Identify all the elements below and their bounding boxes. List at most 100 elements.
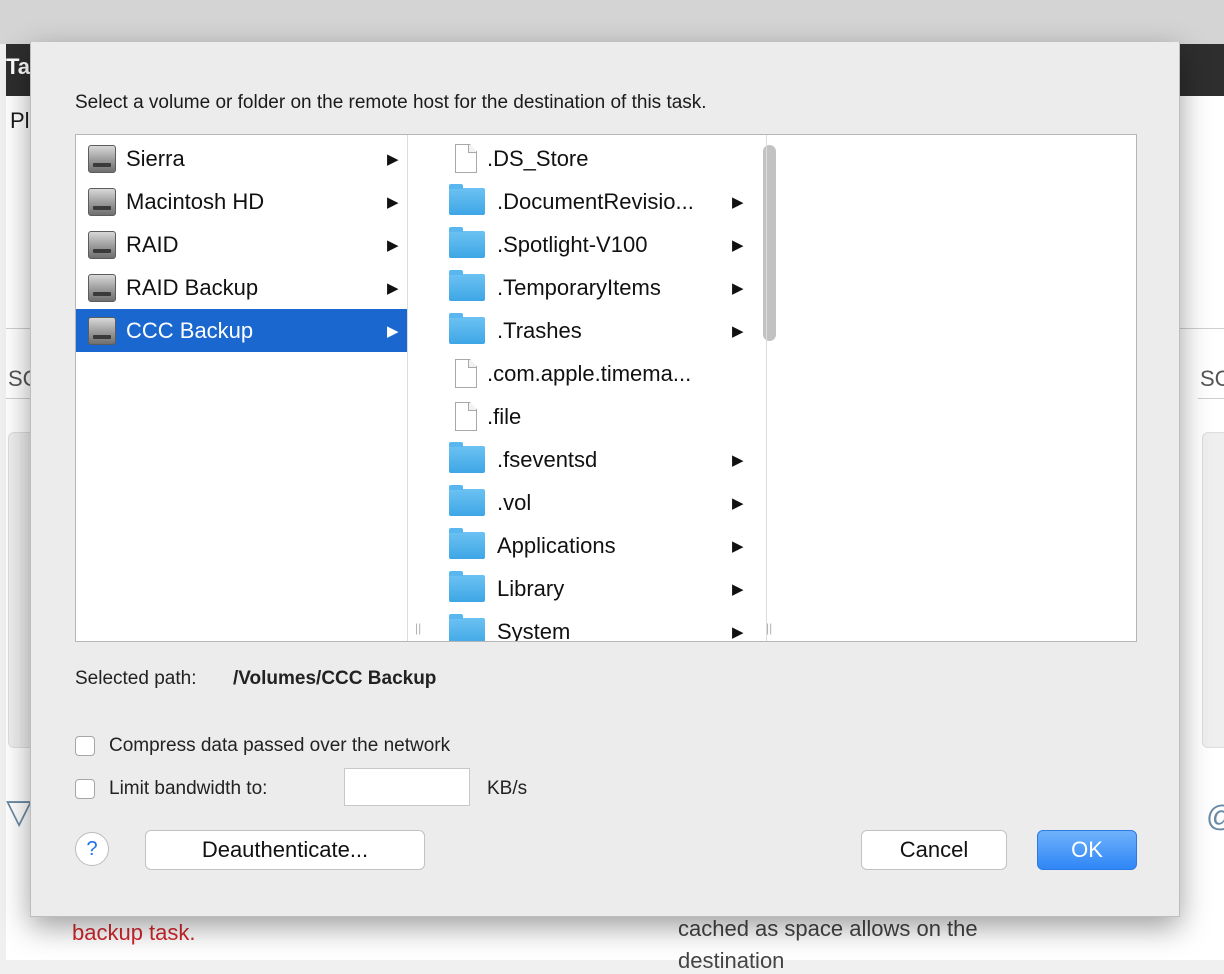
folder-icon xyxy=(449,184,485,215)
instruction-text: Select a volume or folder on the remote … xyxy=(75,92,707,113)
selected-path-value: /Volumes/CCC Backup xyxy=(233,668,437,689)
cancel-button[interactable]: Cancel xyxy=(861,830,1007,870)
background-filter-icon: ▽ xyxy=(6,793,33,831)
volume-label: RAID xyxy=(126,231,179,257)
background-tab-title: Ta xyxy=(6,54,31,79)
chevron-right-icon: ▶ xyxy=(732,236,744,254)
chevron-right-icon: ▶ xyxy=(732,580,744,598)
bandwidth-unit-label: KB/s xyxy=(487,778,528,799)
chevron-right-icon: ▶ xyxy=(387,236,399,254)
item-label: .com.apple.timema... xyxy=(487,360,692,386)
chevron-right-icon: ▶ xyxy=(732,623,744,641)
item-label: System xyxy=(497,618,571,642)
item-row[interactable]: .DS_Store xyxy=(439,137,755,180)
background-divider-left xyxy=(6,328,30,329)
volume-row[interactable]: RAID Backup ▶ xyxy=(76,266,407,309)
item-row[interactable]: .fseventsd ▶ xyxy=(439,438,755,481)
hard-disk-icon xyxy=(88,316,116,345)
chevron-right-icon: ▶ xyxy=(732,537,744,555)
item-row[interactable]: Library ▶ xyxy=(439,567,755,610)
volume-label: CCC Backup xyxy=(126,317,254,343)
item-label: .fseventsd xyxy=(497,446,598,472)
destination-sheet: Select a volume or folder on the remote … xyxy=(30,42,1180,917)
item-label: .vol xyxy=(497,489,532,515)
selected-path-label: Selected path: xyxy=(75,668,197,689)
limit-bandwidth-checkbox[interactable] xyxy=(75,779,95,799)
item-column: .DS_Store .DocumentRevisio... ▶ .Spotlight-… xyxy=(439,135,755,641)
volume-row[interactable]: Macintosh HD ▶ xyxy=(76,180,407,223)
document-icon xyxy=(455,359,477,388)
bandwidth-input[interactable] xyxy=(344,768,470,806)
item-row[interactable]: .file xyxy=(439,395,755,438)
item-row[interactable]: .vol ▶ xyxy=(439,481,755,524)
background-at-icon: @ xyxy=(1206,800,1224,834)
background-titlebar xyxy=(0,0,1224,44)
compress-label: Compress data passed over the network xyxy=(109,735,451,756)
item-label: .DS_Store xyxy=(487,145,589,171)
folder-icon xyxy=(449,270,485,301)
chevron-right-icon: ▶ xyxy=(732,494,744,512)
background-red-text: backup task. xyxy=(72,920,196,945)
background-left-text: Pl xyxy=(10,108,30,133)
folder-icon xyxy=(449,614,485,641)
folder-icon xyxy=(449,313,485,344)
background-bottom-text: cached as space allows on the xyxy=(678,916,978,941)
chevron-right-icon: ▶ xyxy=(387,322,399,340)
deauthenticate-button[interactable]: Deauthenticate... xyxy=(145,830,425,870)
folder-icon xyxy=(449,571,485,602)
item-row[interactable]: .com.apple.timema... xyxy=(439,352,755,395)
document-icon xyxy=(455,402,477,431)
background-bottom-text-2: destination xyxy=(678,948,785,973)
limit-bandwidth-label: Limit bandwidth to: xyxy=(109,778,268,799)
chevron-right-icon: ▶ xyxy=(387,150,399,168)
column-resize-handle[interactable]: || xyxy=(415,621,421,635)
volume-label: Sierra xyxy=(126,145,185,171)
chevron-right-icon: ▶ xyxy=(732,322,744,340)
item-label: .file xyxy=(487,403,522,429)
empty-column xyxy=(766,135,1136,641)
compress-checkbox[interactable] xyxy=(75,736,95,756)
background-divider-right-2 xyxy=(1198,398,1224,399)
item-label: .Trashes xyxy=(497,317,582,343)
column-browser: Sierra ▶ Macintosh HD ▶ RAID ▶ RAID Backup ▶ CCC… xyxy=(75,134,1137,642)
chevron-right-icon: ▶ xyxy=(387,279,399,297)
help-button[interactable]: ? xyxy=(75,832,109,866)
item-row[interactable]: System ▶ xyxy=(439,610,755,641)
chevron-right-icon: ▶ xyxy=(732,279,744,297)
item-label: .TemporaryItems xyxy=(497,274,661,300)
item-row[interactable]: .Spotlight-V100 ▶ xyxy=(439,223,755,266)
item-row[interactable]: .Trashes ▶ xyxy=(439,309,755,352)
background-divider-left-2 xyxy=(6,398,30,399)
chevron-right-icon: ▶ xyxy=(732,451,744,469)
item-row[interactable]: Applications ▶ xyxy=(439,524,755,567)
hard-disk-icon xyxy=(88,144,116,173)
ok-button[interactable]: OK xyxy=(1037,830,1137,870)
background-panel-right xyxy=(1202,432,1224,748)
volume-row[interactable]: Sierra ▶ xyxy=(76,137,407,180)
volume-label: RAID Backup xyxy=(126,274,259,300)
folder-icon xyxy=(449,528,485,559)
hard-disk-icon xyxy=(88,230,116,259)
limit-bandwidth-option[interactable]: Limit bandwidth to: xyxy=(75,778,267,800)
item-label: Applications xyxy=(497,532,616,558)
hard-disk-icon xyxy=(88,187,116,216)
background-section-right: SC xyxy=(1200,366,1224,391)
background-divider-right xyxy=(1178,328,1224,329)
volume-column: Sierra ▶ Macintosh HD ▶ RAID ▶ RAID Backup ▶ CCC… xyxy=(76,135,408,641)
question-icon: ? xyxy=(86,837,98,860)
item-label: Library xyxy=(497,575,565,601)
chevron-right-icon: ▶ xyxy=(387,193,399,211)
compress-option[interactable]: Compress data passed over the network xyxy=(75,735,450,757)
item-row[interactable]: .TemporaryItems ▶ xyxy=(439,266,755,309)
hard-disk-icon xyxy=(88,273,116,302)
item-row[interactable]: .DocumentRevisio... ▶ xyxy=(439,180,755,223)
folder-icon xyxy=(449,485,485,516)
volume-row[interactable]: RAID ▶ xyxy=(76,223,407,266)
item-label: .DocumentRevisio... xyxy=(497,188,694,214)
folder-icon xyxy=(449,442,485,473)
item-label: .Spotlight-V100 xyxy=(497,231,648,257)
chevron-right-icon: ▶ xyxy=(732,193,744,211)
volume-label: Macintosh HD xyxy=(126,188,265,214)
document-icon xyxy=(455,144,477,173)
volume-row[interactable]: CCC Backup ▶ xyxy=(76,309,407,352)
